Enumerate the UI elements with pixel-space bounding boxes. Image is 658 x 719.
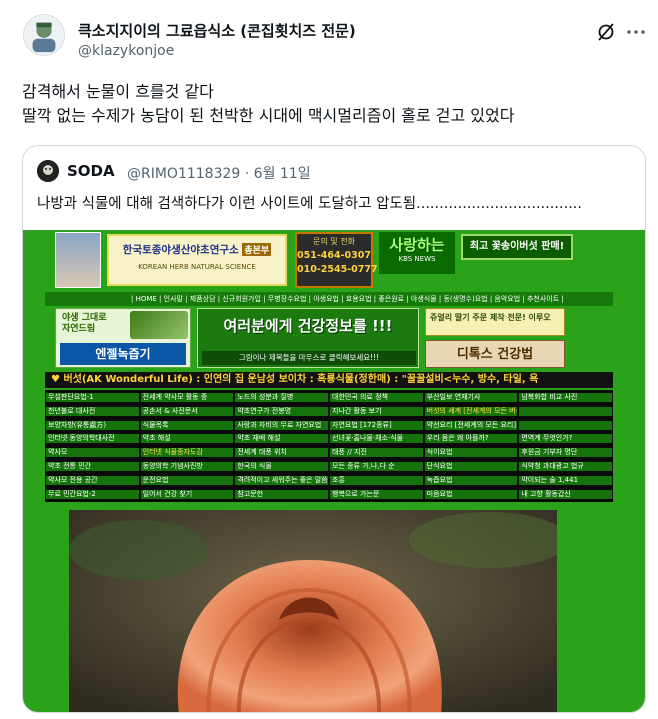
site-link[interactable]: [518, 419, 613, 431]
site-link[interactable]: 면역계 무엇인가?: [518, 433, 613, 445]
mid-banner-title: 여러분에게 건강정보를 !!!: [223, 317, 393, 335]
banner-row: 야생 그대로 자연드림 엔젤녹즙기 여러분에게 건강정보를 !!! 그림이나 제…: [45, 308, 613, 368]
detox-banner: 디톡스 건강법: [425, 340, 565, 368]
site-link[interactable]: 대한민국 의료 정책: [329, 392, 424, 403]
site-link[interactable]: 미음요법: [423, 488, 519, 500]
site-link[interactable]: 태풍 // 지진: [329, 447, 424, 459]
site-link[interactable]: 약선요리 [전세계의 모든 요리] 1,173: [423, 419, 519, 431]
left-banner-brand: 엔젤녹즙기: [60, 343, 186, 365]
site-link[interactable]: 약초연구가 전봉명: [234, 405, 329, 417]
site-link[interactable]: 격려적이고 세워주는 좋은 말씀: [234, 474, 329, 486]
site-link[interactable]: 후원금 기부자 명단: [518, 447, 613, 459]
mushroom-photo: [69, 510, 557, 712]
site-link[interactable]: 운전요법: [139, 474, 235, 486]
site-marquee: ♥ 버섯(AK Wonderful Life) : 인연의 집 운남성 보이차 …: [45, 372, 613, 388]
site-link[interactable]: 부산일보 연재기사: [423, 392, 519, 403]
love-title: 사랑하는: [389, 236, 445, 254]
site-link[interactable]: 약초 재배 해설: [234, 433, 329, 445]
site-link-grid: 무설판단요법-1 천년불로 대사전보양차방(유통處方) 인터넷 동양의학대사전약사모…: [45, 390, 613, 502]
site-link[interactable]: [518, 405, 613, 417]
right-banner: 쥬얼리 딸기 주문 제작 전문! 이루오: [425, 308, 565, 336]
post-body: 감격해서 눈물이 흐를것 같다 딸깍 없는 수제가 농담이 된 천박한 시대에 …: [22, 80, 642, 128]
lab-badge: 총본부: [242, 243, 272, 256]
phone-number: 051-464-0307: [297, 250, 371, 261]
love-subtitle: KBS NEWS: [398, 255, 436, 263]
lab-subtitle: KOREAN HERB NATURAL SCIENCE: [138, 263, 256, 271]
site-nav: | HOME | 인사말 | 제품상담 | 신규회원가입 | 무병장수요법 | …: [45, 292, 613, 306]
quoted-author-handle-date: @RIMO1118329 · 6월 11일: [127, 166, 311, 182]
site-link[interactable]: 식이요법: [423, 447, 519, 459]
site-link[interactable]: 남북화합 비교 사진: [518, 392, 613, 403]
love-banner: 사랑하는 KBS NEWS: [379, 232, 455, 274]
left-banner: 야생 그대로 자연드림 엔젤녹즙기: [55, 308, 191, 368]
more-icon[interactable]: [624, 22, 648, 42]
phone-heading: 문의 및 전화: [313, 237, 355, 246]
site-link[interactable]: 행복으로 가는문: [329, 488, 424, 500]
site-link[interactable]: 무설판단요법-1: [45, 392, 140, 403]
site-link[interactable]: 전세계 약사모 활동 중: [139, 392, 235, 403]
site-link[interactable]: 약사모 전용 공간: [45, 474, 140, 486]
post-body-line: 감격해서 눈물이 흐를것 같다: [22, 82, 214, 101]
site-link[interactable]: 일어서 건강 찾기: [139, 488, 235, 500]
mid-banner: 여러분에게 건강정보를 !!! 그림이나 제목들을 마우스로 클릭해보세요!!!: [197, 308, 419, 368]
site-link[interactable]: 식물목록: [139, 419, 235, 431]
site-link[interactable]: 약이되는 술 1,441: [518, 474, 613, 486]
best-banner: 최고 꽃송이버섯 판매!: [461, 234, 573, 260]
site-link[interactable]: 모든 종류 가,나,다 순: [329, 461, 424, 472]
site-link[interactable]: 식약청 과대광고 법규: [518, 461, 613, 472]
site-link[interactable]: 인터넷 식물종자도감: [139, 447, 235, 459]
site-link[interactable]: 공손서 & 사진문서: [139, 405, 235, 417]
post: 큭소지지이의 그료읍식소 (콘집횟치즈 전문) @klazykonjoe 감격해…: [0, 0, 658, 719]
author-avatar[interactable]: [23, 14, 65, 56]
mid-banner-subtitle: 그림이나 제목들을 마우스로 클릭해보세요!!!: [202, 351, 416, 365]
site-link[interactable]: 내 고향 활동갑신: [518, 488, 613, 500]
site-link[interactable]: 단식요법: [423, 461, 519, 472]
site-link[interactable]: 선녀꽃·홈나물·채소·식물: [329, 433, 424, 445]
site-link[interactable]: 약사모: [45, 447, 140, 459]
site-link[interactable]: 자연요법 [172종류]: [329, 419, 424, 431]
site-link[interactable]: 천년불로 대사전: [45, 405, 140, 417]
site-link[interactable]: 우리 몸은 왜 아플까?: [423, 433, 519, 445]
left-banner-title: 야생 그대로 자연드림: [62, 313, 107, 334]
quoted-post[interactable]: SODA @RIMO1118329 · 6월 11일 나방과 식물에 대해 검색…: [22, 145, 646, 713]
site-link[interactable]: 한국의 식물: [234, 461, 329, 472]
author-display-name[interactable]: 큭소지지이의 그료읍식소 (콘집횟치즈 전문): [78, 20, 356, 41]
site-link[interactable]: 버섯의 세계 [전세계의 모든 버섯] 0681종: [423, 405, 519, 417]
site-link[interactable]: 보양차방(유통處方): [45, 419, 140, 431]
phone-box: 문의 및 전화 051-464-0307 010-2545-0777: [295, 232, 378, 288]
site-link[interactable]: 약초 전통 민간: [45, 461, 140, 472]
grok-icon[interactable]: [596, 22, 616, 42]
site-link[interactable]: 녹즙요법: [423, 474, 519, 486]
post-body-line: 딸깍 없는 수제가 농담이 된 천박한 시대에 맥시멀리즘이 홀로 걷고 있었다: [22, 106, 515, 125]
owner-photo: [55, 232, 101, 288]
herb-image: [130, 311, 188, 339]
site-link[interactable]: 약초 해설: [139, 433, 235, 445]
author-handle[interactable]: @klazykonjoe: [78, 43, 174, 59]
site-link[interactable]: 동양의학 기념사진방: [139, 461, 235, 472]
quoted-post-text: 나방과 식물에 대해 검색하다가 이런 사이트에 도달하고 압도됨.......…: [37, 196, 583, 212]
site-link[interactable]: 노드의 성분과 질병: [234, 392, 329, 403]
quoted-website-screenshot[interactable]: 한국토종야생산야초연구소 총본부 KOREAN HERB NATURAL SCI…: [23, 230, 645, 712]
site-link[interactable]: 무료 민간요법-2: [45, 488, 140, 500]
site-link[interactable]: 조흥: [329, 474, 424, 486]
lab-logo: 한국토종야생산야초연구소 총본부 KOREAN HERB NATURAL SCI…: [107, 234, 287, 286]
site-link[interactable]: 사랑과 자비의 무료 자연요법: [234, 419, 329, 431]
lab-title: 한국토종야생산야초연구소: [122, 244, 239, 256]
site-link[interactable]: 지나간 활동 보기: [329, 405, 424, 417]
site-link[interactable]: 전세계 태풍 위치: [234, 447, 329, 459]
quoted-author-name: SODA: [67, 162, 115, 180]
site-link[interactable]: 인터넷 동양의학대사전: [45, 433, 140, 445]
site-link[interactable]: 참고문헌: [234, 488, 329, 500]
site-header: 한국토종야생산야초연구소 총본부 KOREAN HERB NATURAL SCI…: [45, 230, 613, 290]
quoted-author-avatar: [37, 160, 59, 182]
phone-number: 010-2545-0777: [297, 264, 378, 275]
